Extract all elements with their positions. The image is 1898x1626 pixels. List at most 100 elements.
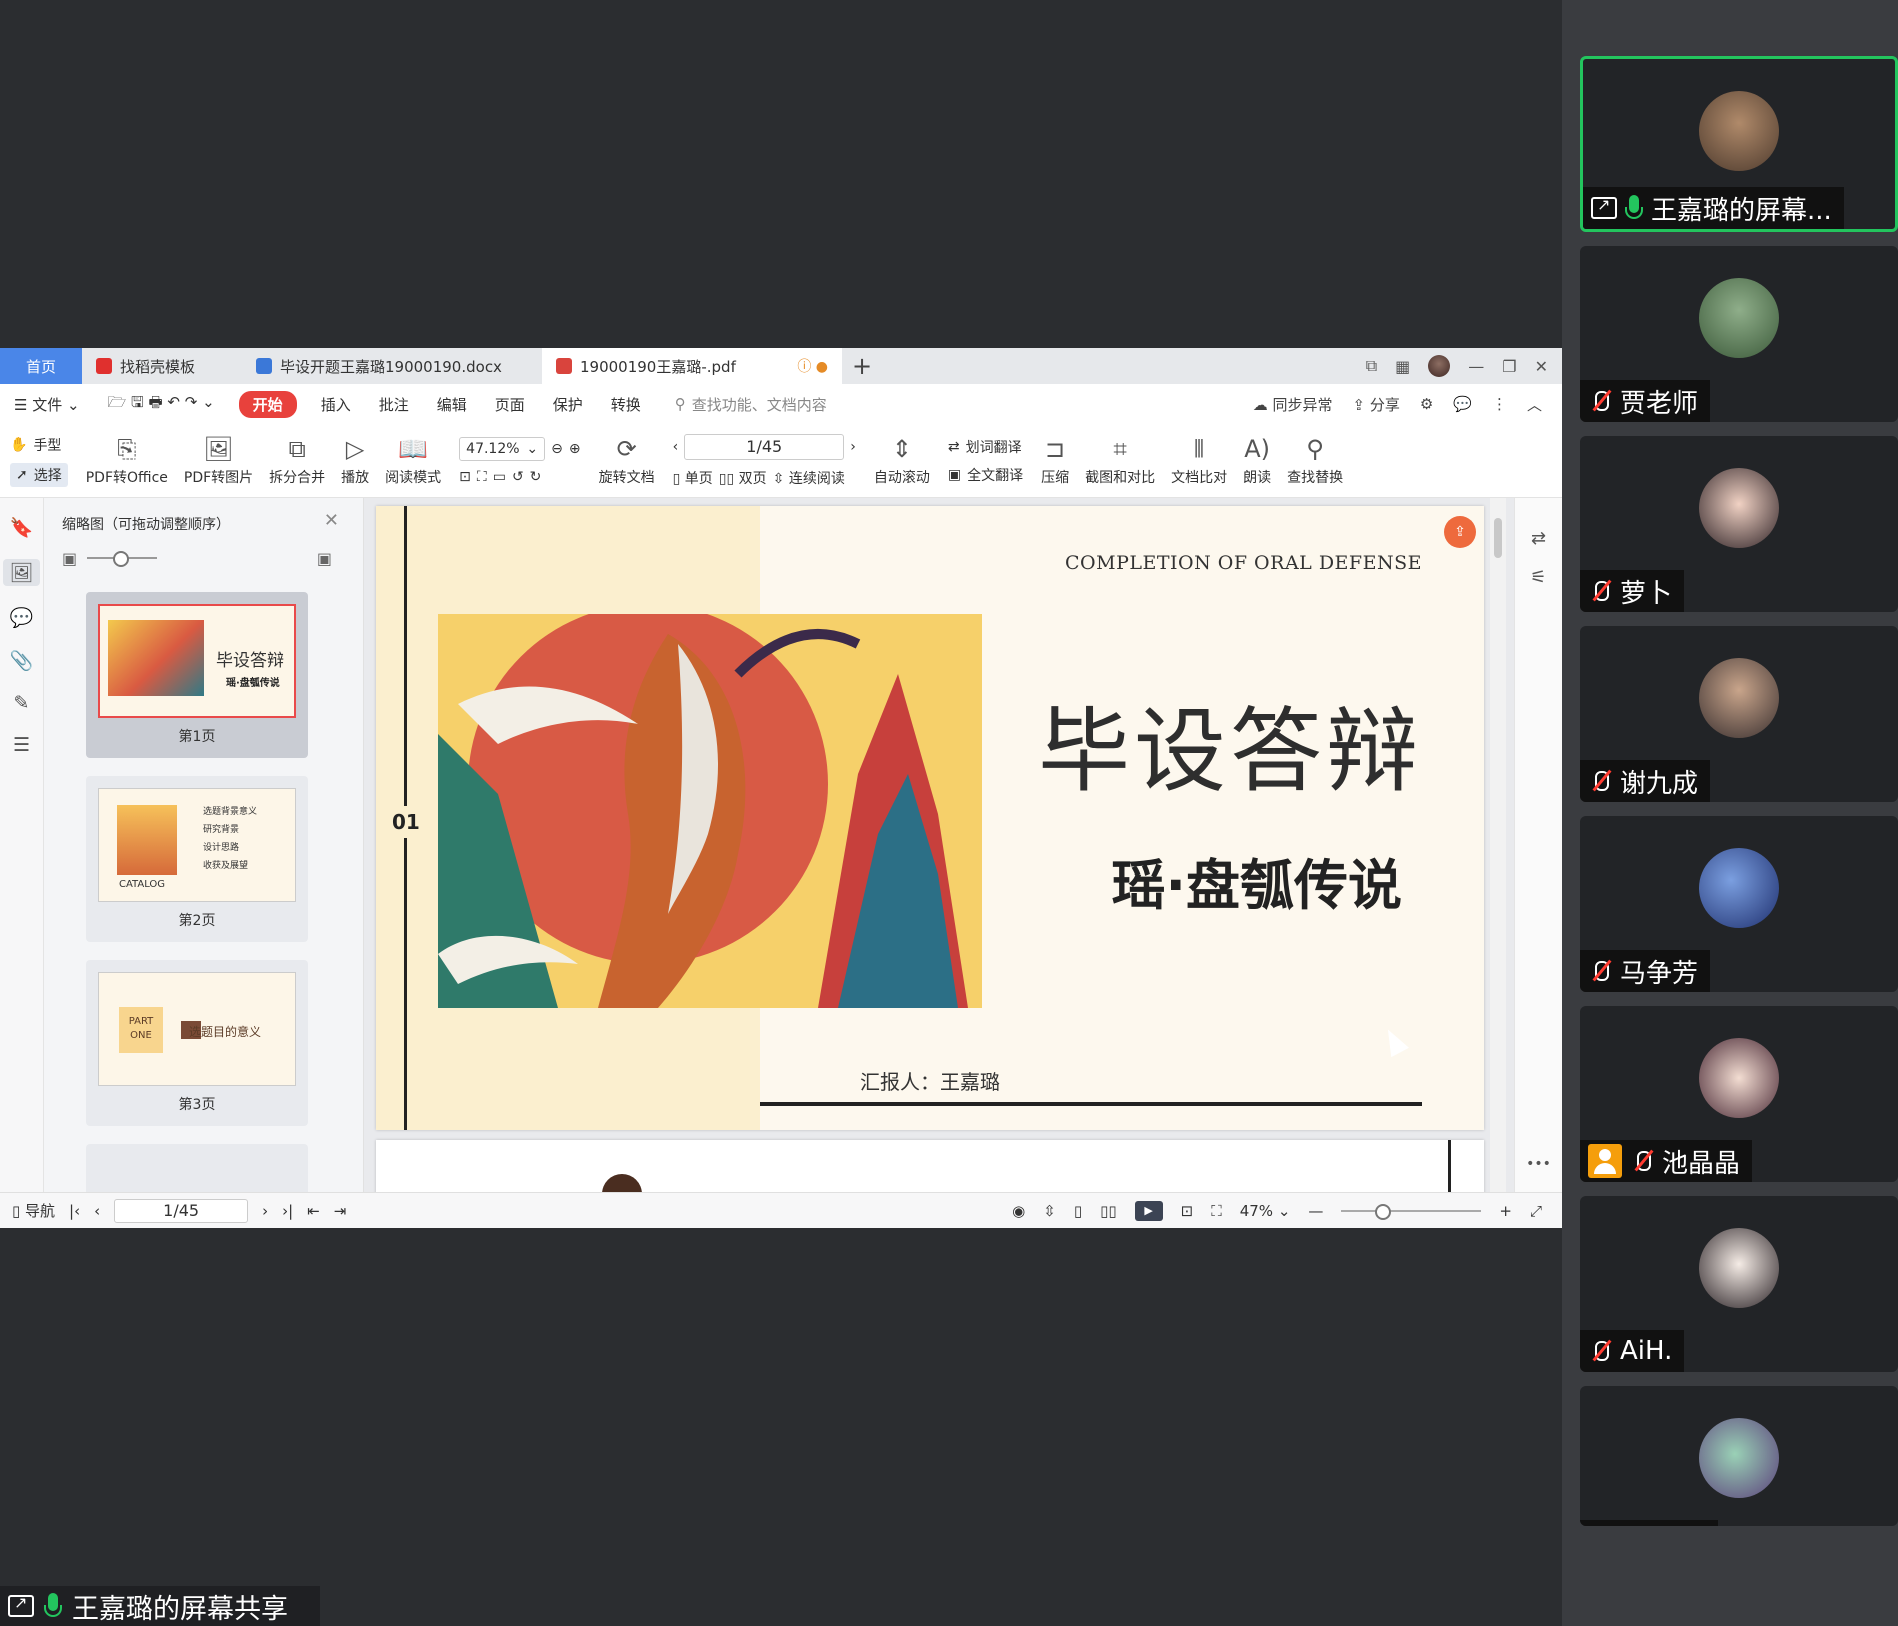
single-status-icon[interactable]: ▯ [1074,1202,1082,1220]
compress-button[interactable]: ⊐ 压缩 [1033,428,1077,494]
zoom-out-status-icon[interactable]: — [1308,1202,1323,1220]
thumbnail-page-3[interactable]: PART ONE 选题目的意义 第3页 [86,960,308,1126]
eye-protect-icon[interactable]: ◉ [1012,1202,1025,1220]
double-status-icon[interactable]: ▯▯ [1100,1202,1117,1220]
menu-annotate[interactable]: 批注 [365,394,423,415]
thumbnail-page-4[interactable] [86,1144,308,1192]
screenshot-compare-button[interactable]: ⌗ 截图和对比 [1077,428,1163,494]
auto-scroll-button[interactable]: ⇕ 自动滚动 [866,428,938,494]
new-tab-button[interactable]: + [842,348,882,384]
signature-icon[interactable]: ✎ [14,692,30,714]
participant-tile[interactable]: 贾老师 [1580,246,1898,422]
zoom-select[interactable]: 47.12% ⌄ [459,436,546,461]
read-mode-button[interactable]: 📖 阅读模式 [377,428,449,494]
attachment-icon[interactable]: 📎 [10,649,34,672]
bookmark-icon[interactable]: 🔖 [10,516,34,539]
menu-start[interactable]: 开始 [238,390,297,418]
participant-tile[interactable]: 萝卜 [1580,436,1898,612]
document-view[interactable]: 01 COMPLETION OF ORAL DEFENSE 毕设答辩 瑶·盘瓠传… [364,498,1514,1192]
thumbnail-page-2[interactable]: CATALOG 选题背景意义 研究背景 设计思路 收获及展望 第2页 [86,776,308,942]
next-page-status-icon[interactable]: › [262,1202,268,1220]
more-icon[interactable]: ⋮ [1492,395,1507,413]
single-page-button[interactable]: ▯ 单页 [673,468,713,488]
continuous-button[interactable]: ⇳ 连续阅读 [773,468,845,488]
participant-tile[interactable]: 谢九成 [1580,626,1898,802]
slider-track[interactable] [87,551,158,567]
thumbnail-page-1[interactable]: 毕设答辩 瑶·盘瓠传说 第1页 [86,592,308,758]
forward-icon[interactable]: ⇥ [334,1202,347,1220]
participant-tile[interactable]: 马争芳 [1580,816,1898,992]
vertical-scrollbar[interactable] [1490,498,1506,1192]
tab-templates[interactable]: 找稻壳模板 [82,348,242,384]
rotate-doc-button[interactable]: ⟳ 旋转文档 [591,428,663,494]
prev-page-icon[interactable]: ‹ [673,439,679,455]
full-translate-button[interactable]: ▣ 全文翻译 [948,465,1023,485]
select-tool[interactable]: ➚ 选择 [10,462,68,487]
pdf-to-image-button[interactable]: 🖼 PDF转图片 [176,428,261,494]
double-page-button[interactable]: ▯▯ 双页 [719,468,767,488]
participant-tile[interactable] [1580,1386,1898,1526]
word-translate-button[interactable]: ⇄ 划词翻译 [948,437,1023,457]
menu-protect[interactable]: 保护 [539,394,597,415]
page-input[interactable]: 1/45 [684,433,845,460]
layout-icon[interactable]: ⧉ [1366,356,1377,376]
fullscreen-icon[interactable]: ⤢ [1530,1202,1542,1220]
play-status-button[interactable]: ▶ [1134,1200,1163,1221]
first-page-icon[interactable]: |‹ [69,1202,80,1220]
tab-pdf[interactable]: 19000190王嘉璐-.pdf ⓘ ● [542,348,842,384]
menu-convert[interactable]: 转换 [597,394,655,415]
share-button[interactable]: ⇪ 分享 [1352,394,1399,415]
settings-icon[interactable]: ⚙ [1420,395,1433,413]
fit-status-icon[interactable]: ⛶ [1211,1202,1222,1220]
pdf-to-office-button[interactable]: ⎘ PDF转Office [78,428,176,494]
menu-edit[interactable]: 编辑 [423,394,481,415]
quick-tools-icons[interactable]: 🗁 🖫 🖶 ↶ ↷ ⌄ [94,392,229,417]
minimize-icon[interactable]: — [1468,357,1484,376]
hand-tool[interactable]: ✋ 手型 [10,435,68,455]
zoom-in-icon[interactable]: ⊕ [569,441,581,457]
zoom-slider[interactable] [1341,1203,1482,1220]
comment-panel-icon[interactable]: 💬 [10,606,34,629]
participant-tile[interactable]: 王嘉璐的屏幕... [1580,56,1898,232]
layers-icon[interactable]: ☰ [13,734,30,756]
feature-search[interactable]: ⚲ 查找功能、文档内容 [675,394,827,415]
actual-size-icon[interactable]: ⊡ [459,469,471,485]
grid-icon[interactable]: ▦ [1395,357,1410,376]
scrollbar-thumb[interactable] [1494,518,1502,558]
more-dots-icon[interactable]: ••• [1526,1156,1551,1172]
user-avatar[interactable] [1428,355,1451,377]
participant-tile[interactable]: AiH. [1580,1196,1898,1372]
close-icon[interactable]: ✕ [1535,357,1548,376]
nav-toggle[interactable]: ▯ 导航 [12,1200,55,1221]
thumbnail-icon[interactable]: 🖼 [3,559,40,586]
status-zoom[interactable]: 47% ⌄ [1240,1202,1291,1220]
rotate-left-icon[interactable]: ↺ [512,469,524,485]
prev-page-status-icon[interactable]: ‹ [94,1202,100,1220]
status-page-input[interactable]: 1/45 [114,1198,249,1223]
last-page-icon[interactable]: ›| [282,1202,293,1220]
zoom-out-icon[interactable]: ⊖ [551,441,563,457]
collapse-icon[interactable]: ︿ [1527,394,1542,415]
read-aloud-button[interactable]: A) 朗读 [1235,428,1279,494]
tab-home[interactable]: 首页 [0,348,82,384]
zoom-in-status-icon[interactable]: + [1499,1202,1512,1220]
doc-compare-button[interactable]: ⫴ 文档比对 [1163,428,1235,494]
actual-size-status-icon[interactable]: ⊡ [1181,1202,1194,1220]
menu-page[interactable]: 页面 [481,394,539,415]
close-panel-icon[interactable]: ✕ [324,510,339,531]
back-icon[interactable]: ⇤ [307,1202,320,1220]
participant-tile[interactable]: 池晶晶 [1580,1006,1898,1182]
next-page-icon[interactable]: › [850,439,856,455]
split-merge-button[interactable]: ⧉ 拆分合并 [261,428,333,494]
comment-icon[interactable]: 💬 [1453,395,1472,413]
fit-width-icon[interactable]: ▭ [493,469,506,485]
sync-status[interactable]: ☁ 同步异常 [1253,394,1333,415]
menu-insert[interactable]: 插入 [307,394,365,415]
continuous-status-icon[interactable]: ⇳ [1043,1202,1056,1220]
adjust-icon[interactable]: ⚟ [1530,567,1546,588]
restore-icon[interactable]: ❐ [1502,357,1516,376]
translate-side-icon[interactable]: ⇄ [1531,528,1546,549]
thumbnail-size-slider[interactable]: ▣ ▣ [62,546,332,570]
find-replace-button[interactable]: ⚲ 查找替换 [1279,428,1351,494]
rotate-right-icon[interactable]: ↻ [530,469,542,485]
